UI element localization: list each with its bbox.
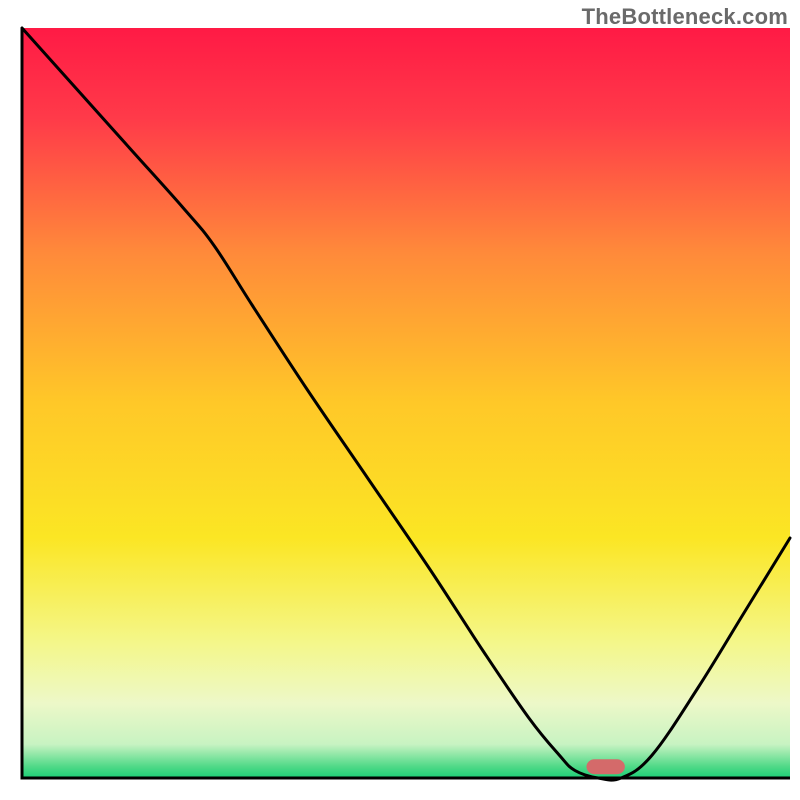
chart-container: TheBottleneck.com <box>0 0 800 800</box>
optimal-marker <box>586 759 624 774</box>
watermark-label: TheBottleneck.com <box>582 4 788 30</box>
bottleneck-chart <box>0 0 800 800</box>
plot-background <box>22 28 790 778</box>
